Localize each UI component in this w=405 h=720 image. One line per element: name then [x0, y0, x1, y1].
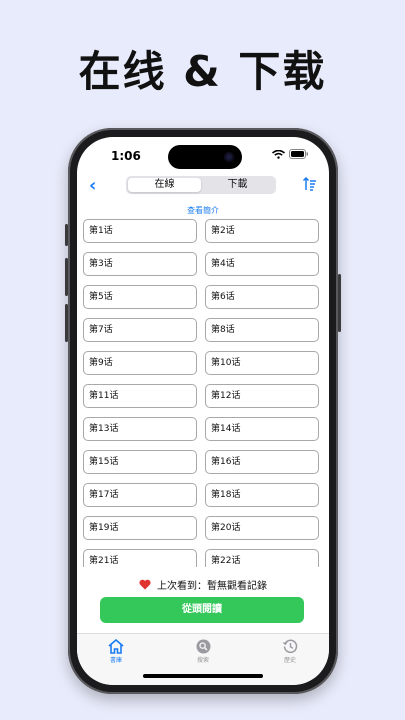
episode-button[interactable]: 第5话: [83, 285, 197, 309]
episode-button[interactable]: 第15话: [83, 450, 197, 474]
episode-button[interactable]: 第22话: [205, 549, 319, 567]
wifi-icon: [272, 149, 285, 159]
episode-button[interactable]: 第8话: [205, 318, 319, 342]
status-icons: [272, 149, 309, 159]
search-icon: [196, 639, 210, 654]
back-chevron-icon[interactable]: ‹: [89, 175, 96, 196]
promo-headline: 在线 & 下载: [78, 47, 327, 96]
episode-button[interactable]: 第12话: [205, 384, 319, 408]
tab-history[interactable]: 歷史: [265, 639, 315, 664]
phone-frame: 1:06 ‹ 在線 下載 查看簡介 第1话 第2话 第3话 第4话 第5话 第6…: [65, 128, 341, 694]
segment-download[interactable]: 下載: [201, 178, 274, 192]
episode-button[interactable]: 第13话: [83, 417, 197, 441]
last-read-row: 上次看到：暫無觀看記錄: [77, 577, 329, 592]
home-indicator: [143, 674, 263, 678]
status-time: 1:06: [111, 149, 141, 163]
history-clock-icon: [282, 639, 297, 653]
tab-search-label: 搜索: [196, 657, 209, 664]
read-from-start-button[interactable]: 從頭閱讀: [100, 597, 304, 623]
segmented-control: 在線 下載: [126, 176, 276, 194]
power-button: [338, 274, 341, 332]
heart-icon: [139, 579, 151, 590]
segment-online[interactable]: 在線: [128, 178, 201, 192]
tab-library-label: 書庫: [109, 657, 122, 664]
last-read-label: 上次看到：暫無觀看記錄: [157, 581, 267, 592]
battery-icon: [289, 149, 308, 159]
episode-button[interactable]: 第9话: [83, 351, 197, 375]
mute-switch: [65, 224, 68, 246]
tab-bar: 書庫 搜索 歷史: [77, 633, 329, 685]
volume-up-button: [65, 258, 68, 296]
home-icon: [108, 639, 124, 654]
episode-button[interactable]: 第19话: [83, 516, 197, 540]
navigation-bar: ‹ 在線 下載: [77, 173, 329, 199]
episode-button[interactable]: 第20话: [205, 516, 319, 540]
tab-search[interactable]: 搜索: [178, 639, 228, 664]
episode-button[interactable]: 第1话: [83, 219, 197, 243]
episode-button[interactable]: 第3话: [83, 252, 197, 276]
episode-button[interactable]: 第2话: [205, 219, 319, 243]
episode-button[interactable]: 第17话: [83, 483, 197, 507]
tab-history-label: 歷史: [283, 657, 296, 664]
episode-button[interactable]: 第14话: [205, 417, 319, 441]
episode-button[interactable]: 第10话: [205, 351, 319, 375]
episode-button[interactable]: 第4话: [205, 252, 319, 276]
episode-button[interactable]: 第6话: [205, 285, 319, 309]
episode-grid: 第1话 第2话 第3话 第4话 第5话 第6话 第7话 第8话 第9话 第10话 第11话 第12话第…: [77, 219, 329, 567]
episode-button[interactable]: 第21话: [83, 549, 197, 567]
episode-button[interactable]: 第16话: [205, 450, 319, 474]
episode-button[interactable]: 第11话: [83, 384, 197, 408]
tab-library[interactable]: 書庫: [91, 639, 141, 664]
phone-screen: 1:06 ‹ 在線 下載 查看簡介 第1话 第2话 第3话 第4话 第5话 第6…: [77, 137, 329, 685]
dynamic-island: [168, 145, 242, 169]
episode-button[interactable]: 第7话: [83, 318, 197, 342]
view-intro-link[interactable]: 查看簡介: [77, 205, 329, 216]
sort-ascending-icon[interactable]: [303, 177, 317, 191]
episode-button[interactable]: 第18话: [205, 483, 319, 507]
volume-down-button: [65, 304, 68, 342]
